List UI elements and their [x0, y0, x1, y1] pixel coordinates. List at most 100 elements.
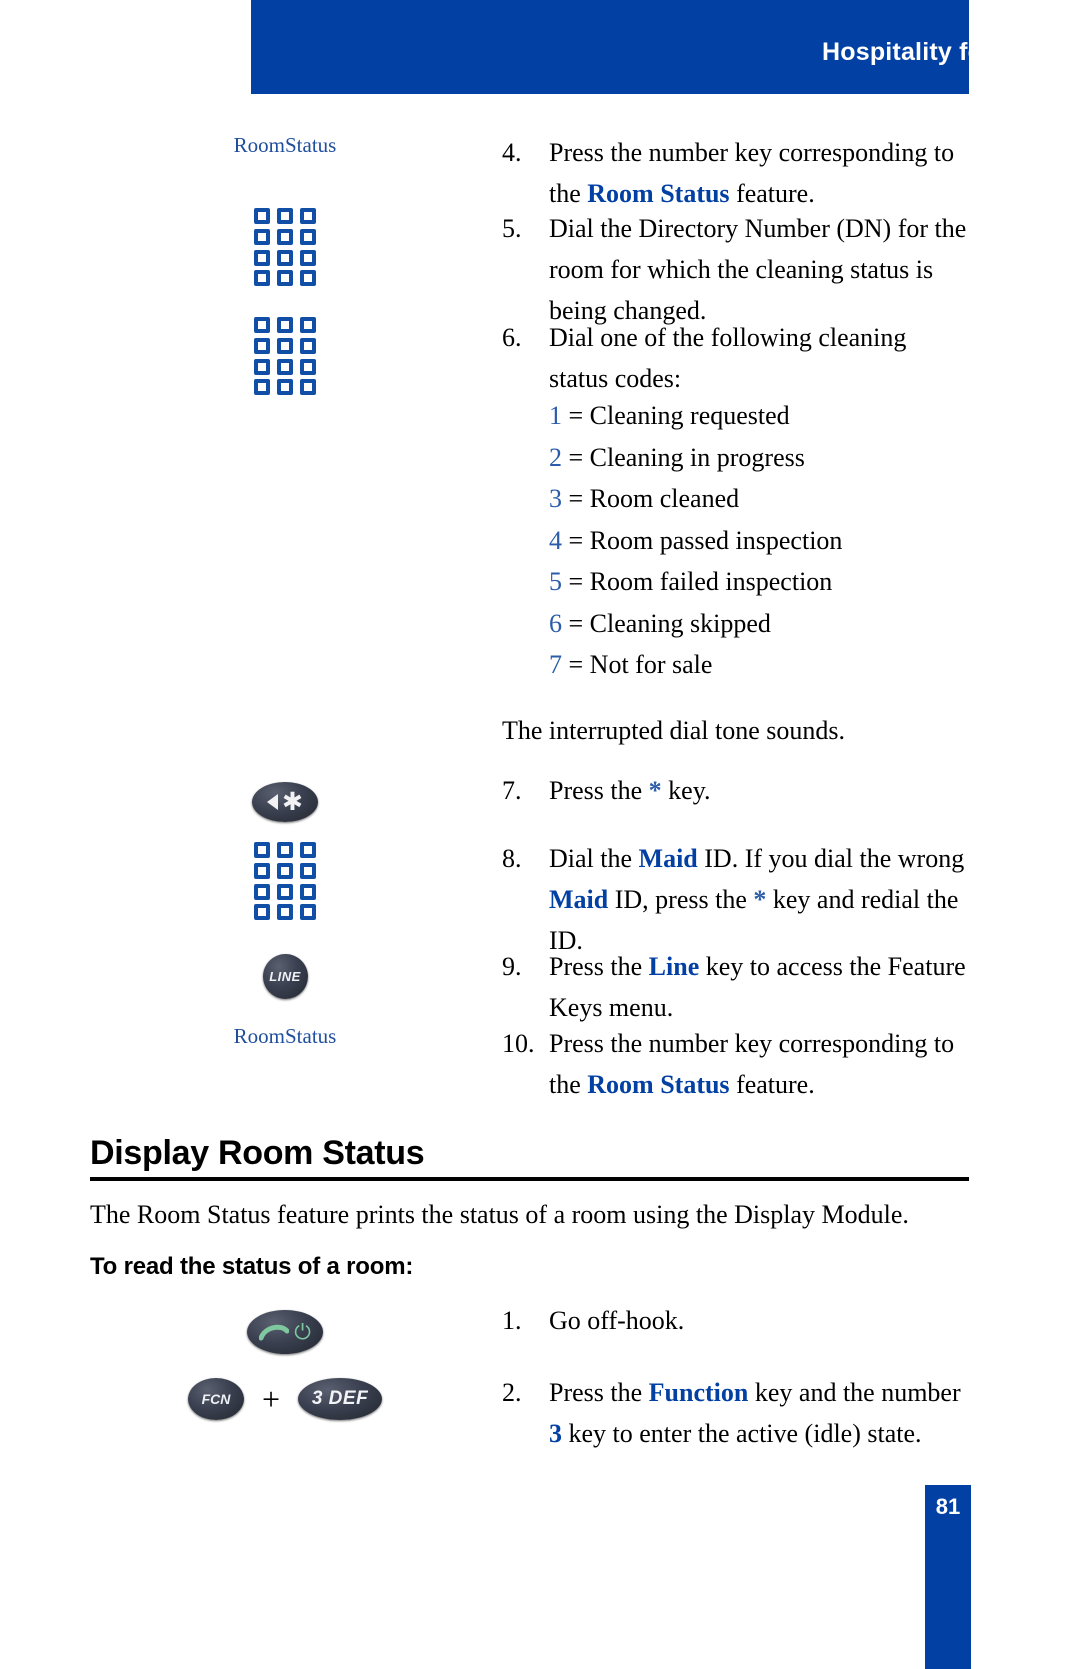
- cleaning-code-item: 5 = Room failed inspection: [549, 561, 1019, 603]
- section-heading: Display Room Status: [90, 1134, 425, 1172]
- textcol-step-10: 10. Press the number key corresponding t…: [502, 1023, 972, 1105]
- page-number-box: 81: [925, 1485, 971, 1669]
- step-number: 6.: [502, 323, 522, 352]
- text-run: feature.: [729, 179, 815, 208]
- three-def-key-icon: 3 DEF: [298, 1378, 383, 1420]
- room-status-label-bottom: RoomStatus: [233, 1024, 337, 1048]
- text-run: Press the: [549, 952, 649, 981]
- step-number: 10.: [502, 1029, 535, 1058]
- star-key-icon: ✱: [252, 782, 318, 822]
- fcn-key-label: FCN: [201, 1391, 231, 1407]
- textcol-step-8: 8. Dial the Maid ID. If you dial the wro…: [502, 838, 972, 961]
- text-run: feature.: [729, 1070, 815, 1099]
- section-heading-rule: [90, 1177, 969, 1181]
- cleaning-code-equals: =: [562, 525, 590, 555]
- text-run: Press the: [549, 1378, 649, 1407]
- asterisk-glyph: ✱: [282, 788, 303, 816]
- gutter-step-5: [90, 208, 480, 291]
- step-text: Press the * key.: [549, 770, 972, 811]
- text-run: ID, press the: [608, 885, 754, 914]
- cleaning-code-key: 5: [549, 567, 562, 596]
- emphasis-term: Maid: [549, 885, 609, 914]
- emphasis-term: 3: [549, 1419, 562, 1448]
- step-text: Press the Function key and the number 3 …: [549, 1372, 972, 1454]
- cleaning-code-key: 7: [549, 650, 562, 679]
- textcol-step-7: 7. Press the * key.: [502, 770, 972, 811]
- room-status-label-top: RoomStatus: [233, 133, 337, 157]
- asterisk-key-ref: *: [753, 885, 767, 914]
- textcol-step-4: 4. Press the number key corresponding to…: [502, 132, 972, 214]
- keypad-icon: [254, 317, 316, 395]
- step-item: 4. Press the number key corresponding to…: [502, 132, 972, 214]
- cleaning-code-label: Cleaning skipped: [589, 608, 771, 638]
- text-run: ID. If you dial the wrong: [697, 844, 965, 873]
- emphasis-term: Maid: [638, 844, 698, 873]
- textcol-section-step-2: 2. Press the Function key and the number…: [502, 1372, 972, 1454]
- handset-icon: [259, 1323, 290, 1341]
- power-icon: ⏻: [294, 1319, 311, 1344]
- step-number: 9.: [502, 952, 522, 981]
- plus-sign: +: [261, 1381, 281, 1417]
- text-run: Dial the: [549, 844, 639, 873]
- textcol-step-9: 9. Press the Line key to access the Feat…: [502, 946, 972, 1028]
- three-def-key-label: 3 DEF: [311, 1388, 369, 1409]
- text-run: key and the number: [748, 1378, 961, 1407]
- page-number: 81: [935, 1494, 961, 1519]
- text-run: key.: [661, 776, 711, 805]
- step-number: 7.: [502, 776, 522, 805]
- gutter-step-7: ✱: [90, 782, 480, 822]
- gutter-step-4: RoomStatus: [90, 132, 480, 158]
- step-item: 9. Press the Line key to access the Feat…: [502, 946, 972, 1028]
- step-number: 4.: [502, 138, 522, 167]
- cleaning-code-label: Not for sale: [589, 650, 713, 679]
- step-item: 6. Dial one of the following cleaning st…: [502, 317, 972, 399]
- textcol-step-6: 6. Dial one of the following cleaning st…: [502, 317, 972, 399]
- section-intro-text: The Room Status feature prints the statu…: [90, 1200, 909, 1229]
- cleaning-code-item: 7 = Not for sale: [549, 644, 1019, 686]
- cleaning-code-key: 4: [549, 525, 562, 555]
- section-subheading: To read the status of a room:: [90, 1253, 414, 1280]
- cleaning-code-item: 3 = Room cleaned: [549, 478, 1019, 520]
- step-text: Press the number key corresponding to th…: [549, 1023, 972, 1105]
- fcn-key-icon: FCN: [187, 1378, 244, 1420]
- document-page: Hospitality features RoomStatus 4. Press…: [0, 0, 1080, 1669]
- cleaning-code-label: Cleaning in progress: [589, 442, 805, 472]
- triangle-left-icon: [267, 794, 279, 810]
- cleaning-code-list: 1 = Cleaning requested 2 = Cleaning in pr…: [549, 395, 1019, 686]
- cleaning-code-label: Room passed inspection: [589, 525, 843, 555]
- step-text: Dial the Maid ID. If you dial the wrong …: [549, 838, 972, 961]
- cleaning-code-key: 3: [549, 484, 562, 513]
- gutter-step-10: RoomStatus: [90, 1023, 480, 1049]
- gutter-section-step-2: FCN + 3 DEF: [90, 1378, 480, 1420]
- offhook-key-glyphs: ⏻: [247, 1310, 323, 1354]
- cleaning-code-equals: =: [562, 650, 590, 679]
- line-key-icon: LINE: [262, 954, 308, 999]
- step-item: 8. Dial the Maid ID. If you dial the wro…: [502, 838, 972, 961]
- offhook-key-icon: ⏻: [247, 1310, 323, 1354]
- cleaning-code-equals: =: [562, 484, 590, 513]
- step-item: 5. Dial the Directory Number (DN) for th…: [502, 208, 972, 331]
- step-number: 5.: [502, 214, 522, 243]
- text-run: Dial the Directory Number (DN) for the r…: [549, 214, 967, 325]
- step-item: 7. Press the * key.: [502, 770, 972, 811]
- cleaning-code-equals: =: [562, 608, 590, 638]
- cleaning-code-label: Cleaning requested: [589, 401, 790, 430]
- gutter-step-9: LINE: [90, 954, 480, 999]
- text-run: key to enter the active (idle) state.: [562, 1419, 922, 1448]
- step-number: 1.: [502, 1306, 522, 1335]
- cleaning-code-item: 1 = Cleaning requested: [549, 395, 1019, 437]
- asterisk-key-ref: *: [648, 776, 662, 805]
- step-text: Press the number key corresponding to th…: [549, 132, 972, 214]
- line-key-label: LINE: [269, 969, 301, 984]
- step-item: 2. Press the Function key and the number…: [502, 1372, 972, 1454]
- step-item: 10. Press the number key corresponding t…: [502, 1023, 972, 1105]
- step-number: 2.: [502, 1378, 522, 1407]
- cleaning-code-equals: =: [562, 442, 590, 472]
- cleaning-code-equals: =: [562, 567, 590, 596]
- textcol-section-step-1: 1. Go off-hook.: [502, 1300, 972, 1341]
- text-run: Press the: [549, 776, 649, 805]
- page-header-title: Hospitality features: [821, 38, 1058, 66]
- emphasis-term: Room Status: [587, 179, 730, 208]
- step-item: 1. Go off-hook.: [502, 1300, 972, 1341]
- emphasis-term: Room Status: [587, 1070, 730, 1099]
